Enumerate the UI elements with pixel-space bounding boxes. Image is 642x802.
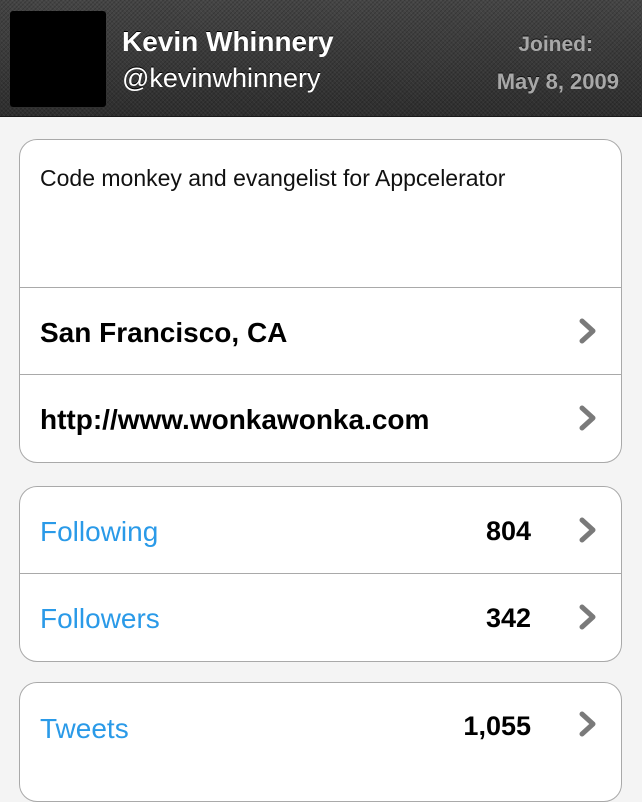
profile-name: Kevin Whinnery	[122, 26, 334, 57]
chevron-right-icon	[579, 517, 596, 543]
chevron-right-icon	[579, 318, 596, 344]
joined-label: Joined:	[518, 33, 593, 56]
chevron-right-icon	[579, 604, 596, 630]
followers-row[interactable]: Followers 342	[20, 574, 621, 661]
avatar[interactable]	[10, 11, 106, 107]
follow-group: Following 804 Followers 342	[19, 486, 622, 662]
profile-handle: @kevinwhinnery	[122, 63, 321, 93]
tweets-count: 1,055	[463, 711, 531, 741]
details-group: Code monkey and evangelist for Appcelera…	[19, 139, 622, 463]
following-count: 804	[485, 516, 531, 546]
tweets-label: Tweets	[40, 713, 129, 744]
chevron-right-icon	[579, 405, 596, 431]
tweets-group: Tweets 1,055	[19, 682, 622, 802]
location-label: San Francisco, CA	[40, 317, 288, 348]
website-row[interactable]: http://www.wonkawonka.com	[20, 375, 621, 462]
following-row[interactable]: Following 804	[20, 487, 621, 574]
following-label: Following	[40, 516, 159, 547]
bio-row: Code monkey and evangelist for Appcelera…	[20, 140, 621, 288]
followers-label: Followers	[40, 603, 160, 634]
location-row[interactable]: San Francisco, CA	[20, 288, 621, 375]
website-label: http://www.wonkawonka.com	[40, 404, 430, 435]
tweets-row[interactable]: Tweets 1,055	[20, 683, 621, 778]
chevron-right-icon	[579, 711, 596, 737]
joined-date: May 8, 2009	[496, 69, 619, 94]
profile-header: Kevin Whinnery @kevinwhinnery Joined: Ma…	[0, 0, 642, 117]
followers-count: 342	[485, 603, 531, 633]
bio-text: Code monkey and evangelist for Appcelera…	[40, 165, 506, 191]
